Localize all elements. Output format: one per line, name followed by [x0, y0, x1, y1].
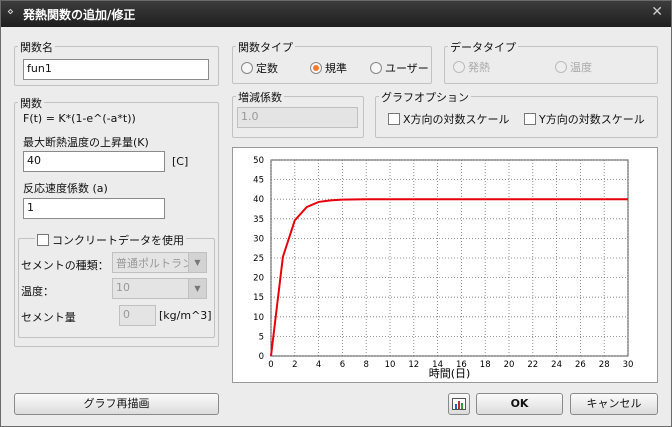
rate-label: 反応速度係数 (a): [23, 182, 108, 195]
dialog-window: ⋄ 発熱関数の追加/修正 ✕ 関数名 fun1 関数タイプ 定数 規準 ユーザー…: [0, 0, 672, 427]
chart-icon: [452, 398, 466, 410]
y-log-label: Y方向の対数スケール: [539, 113, 645, 126]
window-menu-icon[interactable]: ⋄: [7, 5, 14, 18]
radio-constant[interactable]: 定数: [241, 60, 278, 76]
radio-standard[interactable]: 規準: [310, 60, 347, 76]
radio-user[interactable]: ユーザー: [370, 60, 429, 76]
y-log-checkbox[interactable]: Y方向の対数スケール: [524, 111, 645, 127]
radio-heat[interactable]: 発熱: [453, 59, 490, 75]
x-tick-label: 18: [480, 360, 491, 370]
x-tick-label: 22: [527, 360, 538, 370]
concrete-checkbox[interactable]: コンクリートデータを使用: [35, 232, 186, 248]
cement-amount-input[interactable]: 0: [119, 305, 156, 326]
temp-dropdown-icon: ▼: [188, 279, 206, 298]
cement-amount-unit: [kg/m^3]: [159, 309, 212, 322]
y-tick-label: 45: [253, 176, 264, 186]
max-temp-label: 最大断熱温度の上昇量(K): [23, 136, 149, 149]
y-tick-label: 20: [253, 274, 264, 284]
chart-panel: 0 2 4 6 8 10 12 14 16 18 20 22 24 26 28 30 0 5 10 15 20 25 30 3…: [232, 147, 658, 383]
x-log-label: X方向の対数スケール: [403, 113, 510, 126]
func-name-input[interactable]: fun1: [23, 59, 209, 80]
concrete-checkbox-box: [37, 234, 49, 246]
x-tick-label: 24: [551, 360, 562, 370]
x-log-checkbox-box: [388, 113, 400, 125]
x-axis-label: 時間(日): [429, 367, 471, 380]
max-temp-input[interactable]: 40: [23, 151, 165, 172]
rate-input[interactable]: 1: [23, 198, 165, 219]
x-tick-label: 12: [408, 360, 419, 370]
x-tick-label: 4: [316, 360, 321, 370]
x-tick-label: 20: [504, 360, 515, 370]
x-tick-label: 0: [268, 360, 273, 370]
radio-standard-dot: [310, 62, 322, 74]
heat-chart: 0 2 4 6 8 10 12 14 16 18 20 22 24 26 28 300510152025303…: [253, 156, 634, 380]
window-title: 発熱関数の追加/修正: [23, 8, 136, 22]
concrete-checkbox-label: コンクリートデータを使用: [52, 234, 184, 247]
cement-type-dropdown-icon: ▼: [188, 253, 206, 272]
radio-temperature-label: 温度: [570, 61, 592, 74]
radio-heat-label: 発熱: [468, 61, 490, 74]
cancel-button[interactable]: キャンセル: [570, 393, 658, 415]
radio-standard-label: 規準: [325, 62, 347, 75]
temp-value: 10: [116, 281, 130, 294]
func-label: 関数: [18, 95, 44, 111]
formula-text: F(t) = K*(1-e^(-a*t)): [23, 112, 136, 125]
cement-amount-label: セメント量: [21, 311, 76, 324]
increment-input[interactable]: 1.0: [237, 107, 358, 128]
temp-label: 温度：: [21, 285, 54, 298]
radio-temperature[interactable]: 温度: [555, 59, 592, 75]
x-log-checkbox[interactable]: X方向の対数スケール: [388, 111, 510, 127]
x-tick-label: 30: [623, 360, 634, 370]
radio-temperature-dot: [555, 61, 567, 73]
cement-type-select[interactable]: 普通ポルトランド ▼: [112, 252, 207, 273]
radio-constant-dot: [241, 62, 253, 74]
y-tick-label: 50: [253, 156, 264, 166]
radio-heat-dot: [453, 61, 465, 73]
graph-options-label: グラフオプション: [379, 89, 471, 105]
y-tick-label: 0: [259, 352, 264, 362]
x-tick-label: 2: [292, 360, 297, 370]
y-tick-label: 30: [253, 234, 264, 244]
y-tick-label: 5: [259, 332, 264, 342]
y-log-checkbox-box: [524, 113, 536, 125]
y-tick-label: 10: [253, 313, 264, 323]
temp-select[interactable]: 10 ▼: [112, 278, 207, 299]
func-name-label: 関数名: [18, 39, 55, 55]
x-tick-label: 6: [340, 360, 345, 370]
max-temp-unit: [C]: [172, 155, 189, 168]
radio-constant-label: 定数: [256, 62, 278, 75]
x-tick-label: 28: [599, 360, 610, 370]
func-type-label: 関数タイプ: [236, 39, 295, 55]
y-tick-label: 15: [253, 293, 264, 303]
data-type-label: データタイプ: [448, 39, 518, 55]
redraw-button[interactable]: グラフ再描画: [14, 393, 219, 415]
chart-icon-button[interactable]: [448, 393, 470, 415]
x-tick-label: 26: [575, 360, 586, 370]
cement-type-label: セメントの種類：: [21, 259, 109, 272]
y-tick-label: 40: [253, 195, 264, 205]
x-tick-label: 8: [363, 360, 368, 370]
radio-user-dot: [370, 62, 382, 74]
title-bar: ⋄ 発熱関数の追加/修正 ✕: [1, 1, 671, 27]
y-tick-label: 25: [253, 254, 264, 264]
ok-button[interactable]: OK: [476, 393, 563, 415]
y-tick-label: 35: [253, 215, 264, 225]
close-icon[interactable]: ✕: [651, 4, 663, 20]
x-tick-label: 10: [385, 360, 396, 370]
increment-label: 増減係数: [236, 89, 284, 105]
radio-user-label: ユーザー: [385, 62, 429, 75]
